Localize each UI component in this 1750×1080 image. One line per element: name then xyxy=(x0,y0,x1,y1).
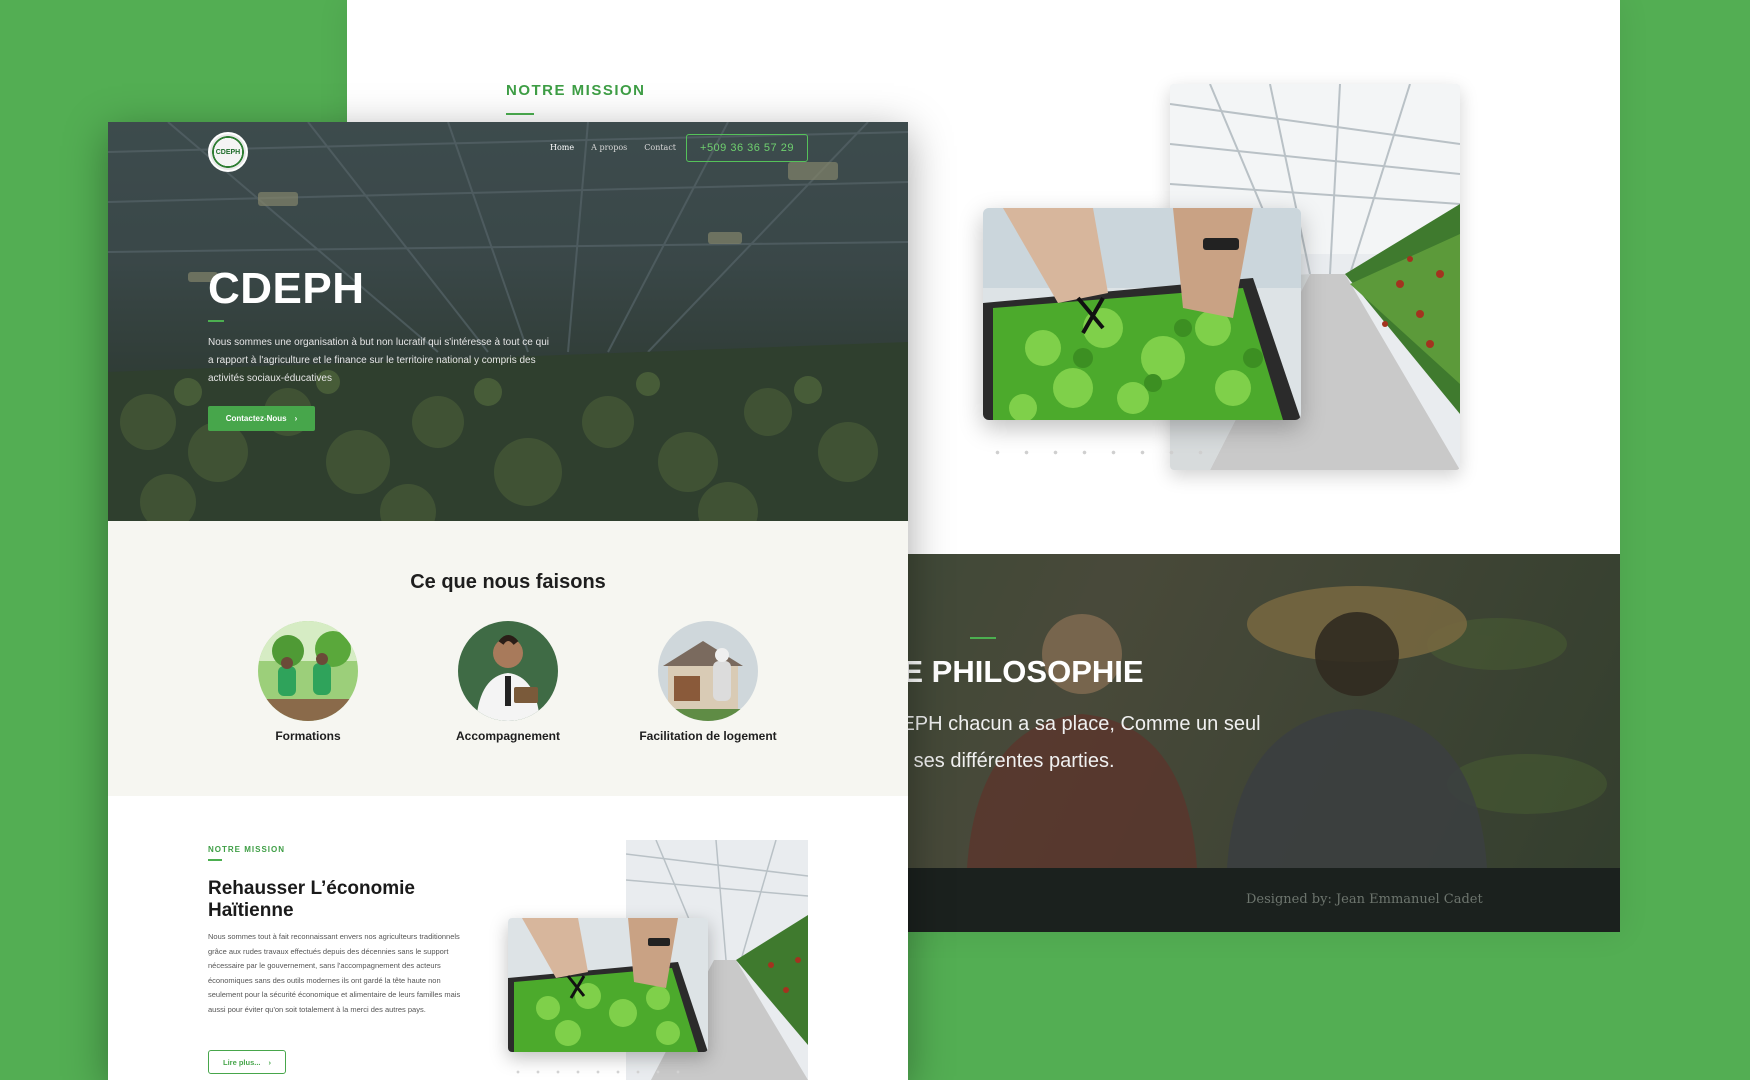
read-more-button[interactable]: Lire plus... › xyxy=(208,1050,286,1074)
greenhouse-background xyxy=(108,122,908,521)
nav-about[interactable]: A propos xyxy=(591,143,627,152)
service-card[interactable]: Facilitation de logement xyxy=(608,621,808,743)
seedling-cutting-image xyxy=(508,918,708,1052)
philosophy-divider xyxy=(970,637,996,639)
hero-title: CDEPH xyxy=(208,264,365,313)
footer-credit: Designed by: Jean Emmanuel Cadet xyxy=(1246,892,1483,907)
mission-title: Rehausser L’économie Haïtienne xyxy=(208,878,415,921)
mission-kicker: NOTRE MISSION xyxy=(506,82,646,99)
mission-section: NOTRE MISSION Rehausser L’économie Haïti… xyxy=(108,796,908,1080)
philosophy-line: DEPH chacun a sa place, Comme un seul xyxy=(887,713,1261,735)
read-more-label: Lire plus... xyxy=(222,1057,261,1067)
hero-section: CDEPH Home A propos Contact +509 36 36 5… xyxy=(108,122,908,521)
services-title: Ce que nous faisons xyxy=(410,571,606,593)
service-card[interactable]: Accompagnement xyxy=(408,621,608,743)
service-card[interactable]: Formations xyxy=(208,621,408,743)
kicker-underline xyxy=(208,859,222,861)
businessman-photo xyxy=(458,621,558,721)
nav-contact[interactable]: Contact xyxy=(644,143,676,152)
phone-button[interactable]: +509 36 36 57 29 xyxy=(686,134,808,162)
homepage-preview: CDEPH Home A propos Contact +509 36 36 5… xyxy=(108,122,908,1080)
house-photo xyxy=(658,621,758,721)
people-planting-photo xyxy=(258,621,358,721)
service-label: Accompagnement xyxy=(455,729,561,743)
decorative-dot-grid xyxy=(508,1062,688,1080)
hero-divider xyxy=(208,320,224,322)
nav-home[interactable]: Home xyxy=(550,143,574,152)
services-section: Ce que nous faisons Formations Accompagn… xyxy=(108,521,908,796)
mission-text: Nous sommes tout à fait reconnaissant en… xyxy=(208,932,461,1014)
logo[interactable]: CDEPH xyxy=(208,132,248,172)
chevron-right-icon: › xyxy=(294,414,298,423)
philosophy-text: DEPH chacun a sa place, Comme un seul ec… xyxy=(887,706,1407,780)
hero-description: Nous sommes une organisation à but non l… xyxy=(208,337,549,384)
kicker-underline xyxy=(506,113,534,115)
contact-us-label: Contactez-Nous xyxy=(225,414,287,423)
philosophy-line: ec ses différentes parties. xyxy=(887,750,1115,772)
decorative-dot-grid xyxy=(983,438,1213,472)
service-label: Facilitation de logement xyxy=(639,729,777,743)
chevron-right-icon: › xyxy=(268,1057,272,1067)
philosophy-title: RE PHILOSOPHIE xyxy=(880,654,1144,689)
contact-us-button[interactable]: Contactez-Nous › xyxy=(208,406,315,431)
main-navigation: Home A propos Contact xyxy=(550,143,676,152)
service-label: Formations xyxy=(275,729,341,743)
seedling-cutting-image xyxy=(983,208,1301,420)
mission-kicker: NOTRE MISSION xyxy=(208,845,286,854)
